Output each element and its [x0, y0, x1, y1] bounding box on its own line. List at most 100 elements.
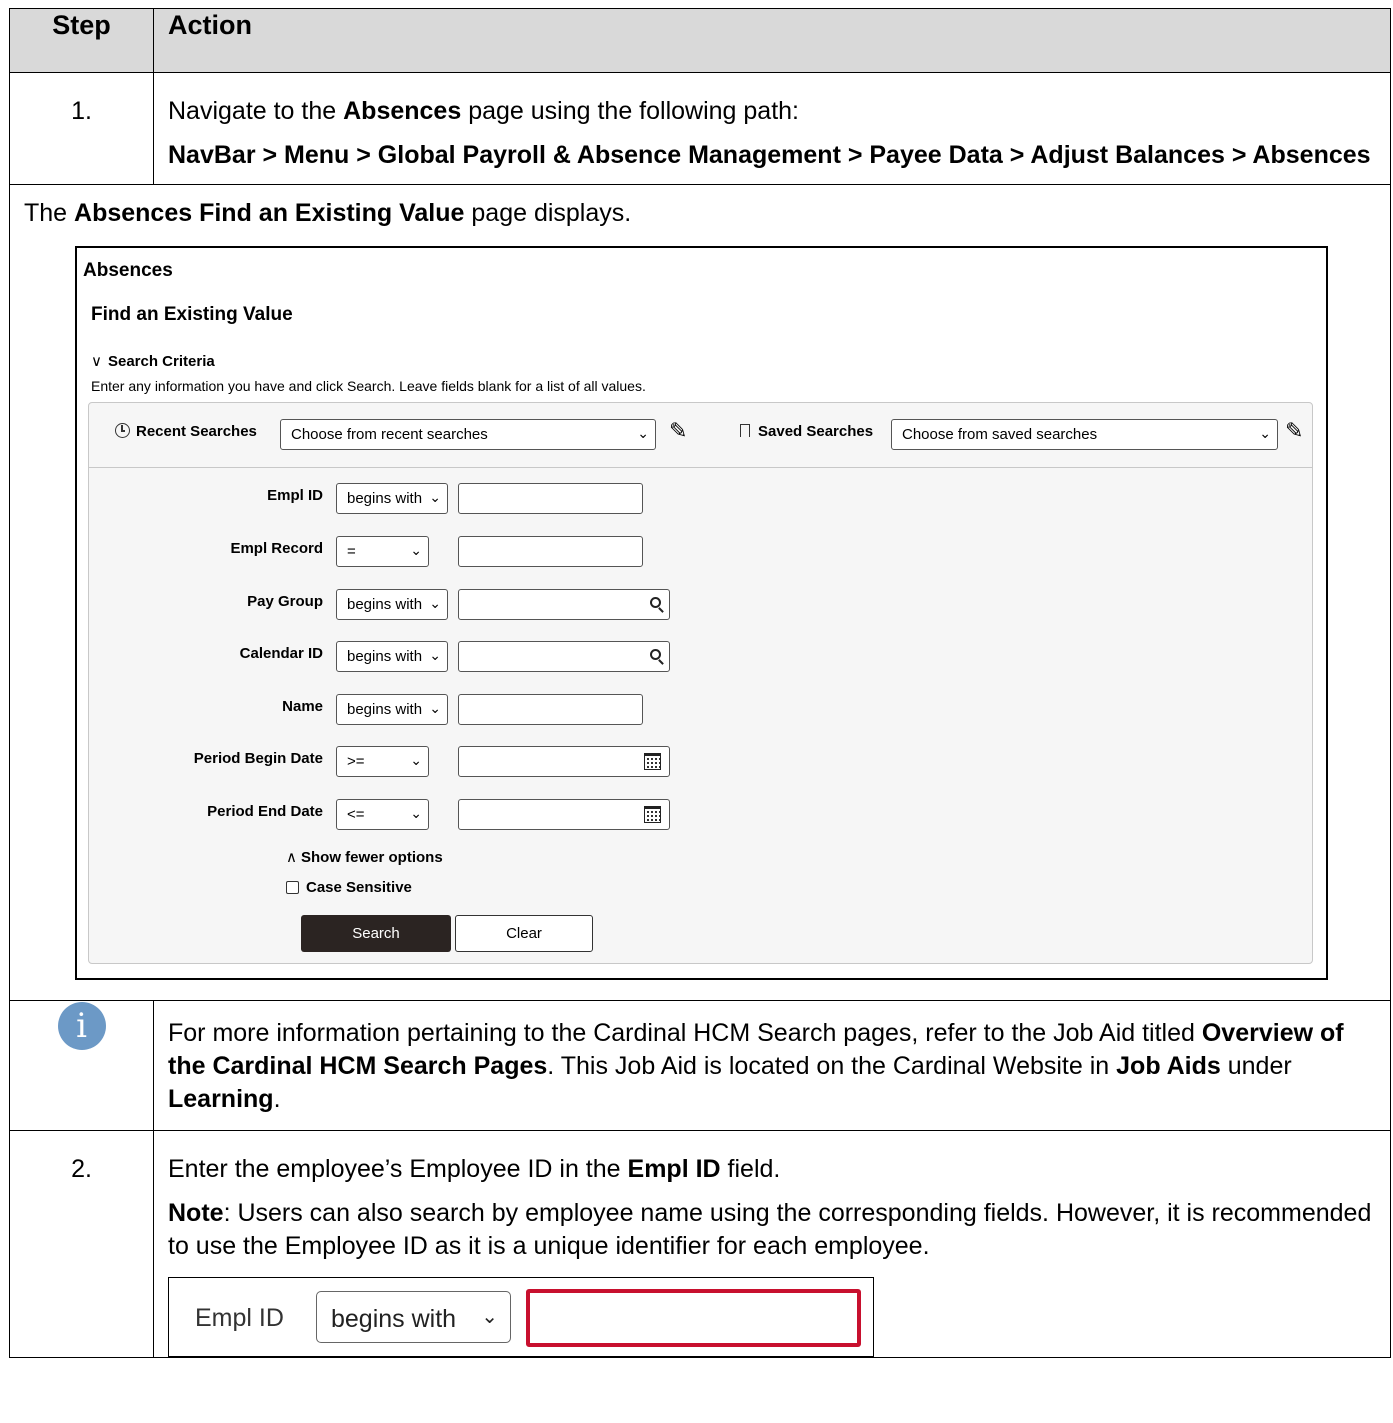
select-value: begins with [347, 648, 423, 665]
chevron-down-icon: ⌄ [637, 425, 649, 441]
display-caption: The Absences Find an Existing Value page… [24, 199, 1376, 228]
info-icon-cell: i [9, 1000, 154, 1131]
recent-searches-label: Recent Searches [115, 423, 257, 440]
header-action: Action [153, 8, 1391, 73]
text-bold: Job Aids [1116, 1052, 1221, 1080]
absences-search-screenshot: Absences Find an Existing Value ∨ Search … [75, 246, 1328, 980]
text: Navigate to the [168, 97, 344, 125]
period-begin-date-label: Period Begin Date [193, 750, 323, 767]
history-icon [115, 423, 130, 438]
label-text: Recent Searches [136, 423, 257, 440]
chevron-down-icon: ⌄ [1259, 425, 1271, 441]
empl-id-input[interactable] [458, 483, 643, 514]
search-criteria-label: Search Criteria [107, 353, 215, 370]
case-sensitive-checkbox[interactable] [286, 881, 299, 894]
chevron-down-icon: ⌄ [410, 752, 422, 768]
pay-group-operator[interactable]: begins with ⌄ [336, 589, 448, 620]
chevron-down-icon: ⌄ [429, 647, 441, 663]
text: . [273, 1085, 281, 1113]
screenshot-row: The Absences Find an Existing Value page… [9, 184, 1391, 1001]
empl-record-label: Empl Record [230, 540, 323, 557]
calendar-icon[interactable] [644, 806, 661, 828]
page-title: Absences [83, 260, 173, 281]
text: page using the following path: [461, 97, 799, 125]
step-note: Note: Users can also search by employee … [168, 1197, 1376, 1263]
chevron-down-icon: ⌄ [429, 700, 441, 716]
select-value: Choose from saved searches [902, 426, 1098, 443]
clear-button[interactable]: Clear [455, 915, 593, 952]
step-action: Navigate to the Absences page using the … [153, 72, 1391, 185]
search-criteria-toggle[interactable]: ∨ Search Criteria [91, 352, 215, 370]
text-bold: Learning [168, 1085, 274, 1113]
period-end-date-operator[interactable]: <= ⌄ [336, 799, 429, 830]
info-icon: i [57, 1002, 106, 1050]
pencil-icon[interactable]: ✎ [1285, 418, 1303, 444]
calendar-icon[interactable] [644, 753, 661, 775]
chevron-down-icon: ⌄ [410, 542, 422, 558]
steps-table: Step Action 1. Navigate to the Absences … [9, 8, 1391, 1358]
navigation-path: NavBar > Menu > Global Payroll & Absence… [168, 141, 1371, 169]
empl-id-zoom-screenshot: Empl ID begins with ⌄ [168, 1277, 874, 1357]
text: under [1220, 1052, 1292, 1080]
select-value: begins with [347, 490, 423, 507]
label-text: Saved Searches [758, 423, 874, 440]
job-aid-document: Step Action 1. Navigate to the Absences … [9, 8, 1391, 1358]
field-name: Empl ID [627, 1155, 721, 1183]
pencil-icon[interactable]: ✎ [669, 418, 687, 444]
select-value: begins with [347, 701, 423, 718]
empl-id-input-highlighted[interactable] [526, 1289, 861, 1347]
empl-record-operator[interactable]: = ⌄ [336, 536, 429, 567]
select-value: Choose from recent searches [291, 426, 488, 443]
pay-group-input[interactable] [458, 589, 670, 620]
step-instruction: Navigate to the Absences page using the … [168, 95, 1376, 128]
chevron-down-icon: ⌄ [410, 805, 422, 821]
search-icon[interactable] [650, 647, 664, 665]
select-value: >= [347, 753, 365, 770]
step-2-row: 2. Enter the employee’s Employee ID in t… [9, 1130, 1391, 1358]
search-button[interactable]: Search [301, 915, 451, 952]
info-row: i For more information pertaining to the… [9, 1000, 1391, 1131]
page-name: Absences Find an Existing Value [74, 199, 465, 227]
select-value: begins with [331, 1305, 457, 1333]
bookmark-icon [740, 424, 750, 437]
text: field. [720, 1155, 781, 1183]
search-icon[interactable] [650, 595, 664, 613]
calendar-id-input[interactable] [458, 641, 670, 672]
period-end-date-input[interactable] [458, 799, 670, 830]
chevron-up-icon: ∧ [286, 849, 297, 866]
calendar-id-label: Calendar ID [239, 645, 323, 662]
text: page displays. [464, 199, 632, 227]
period-begin-date-operator[interactable]: >= ⌄ [336, 746, 429, 777]
period-begin-date-input[interactable] [458, 746, 670, 777]
saved-searches-select[interactable]: Choose from saved searches ⌄ [891, 419, 1278, 450]
chevron-down-icon: ⌄ [429, 489, 441, 505]
text: Enter the employee’s Employee ID in the [168, 1155, 628, 1183]
link-text: Show fewer options [300, 849, 443, 866]
text: . This Job Aid is located on the Cardina… [547, 1052, 1117, 1080]
saved-searches-bar: Recent Searches Choose from recent searc… [89, 403, 1312, 468]
page-subtitle: Find an Existing Value [91, 304, 293, 325]
calendar-id-operator[interactable]: begins with ⌄ [336, 641, 448, 672]
chevron-down-icon: ∨ [91, 353, 102, 370]
search-panel: Recent Searches Choose from recent searc… [88, 402, 1313, 964]
recent-searches-select[interactable]: Choose from recent searches ⌄ [280, 419, 656, 450]
empl-record-input[interactable] [458, 536, 643, 567]
empl-id-operator[interactable]: begins with ⌄ [316, 1291, 511, 1343]
period-end-date-label: Period End Date [207, 803, 323, 820]
select-value: <= [347, 806, 365, 823]
saved-searches-label: Saved Searches [740, 423, 873, 440]
select-value: = [347, 543, 356, 560]
pay-group-label: Pay Group [247, 593, 323, 610]
step-1-row: 1. Navigate to the Absences page using t… [9, 72, 1391, 185]
chevron-down-icon: ⌄ [481, 1306, 498, 1328]
empl-id-label: Empl ID [195, 1304, 284, 1332]
show-fewer-options-link[interactable]: ∧ Show fewer options [286, 848, 443, 866]
empl-id-operator[interactable]: begins with ⌄ [336, 483, 448, 514]
step-instruction: Enter the employee’s Employee ID in the … [168, 1153, 1376, 1186]
text: The [24, 199, 75, 227]
chevron-down-icon: ⌄ [429, 595, 441, 611]
screenshot-cell: The Absences Find an Existing Value page… [9, 184, 1391, 1001]
header-step: Step [9, 8, 154, 73]
name-operator[interactable]: begins with ⌄ [336, 694, 448, 725]
name-input[interactable] [458, 694, 643, 725]
